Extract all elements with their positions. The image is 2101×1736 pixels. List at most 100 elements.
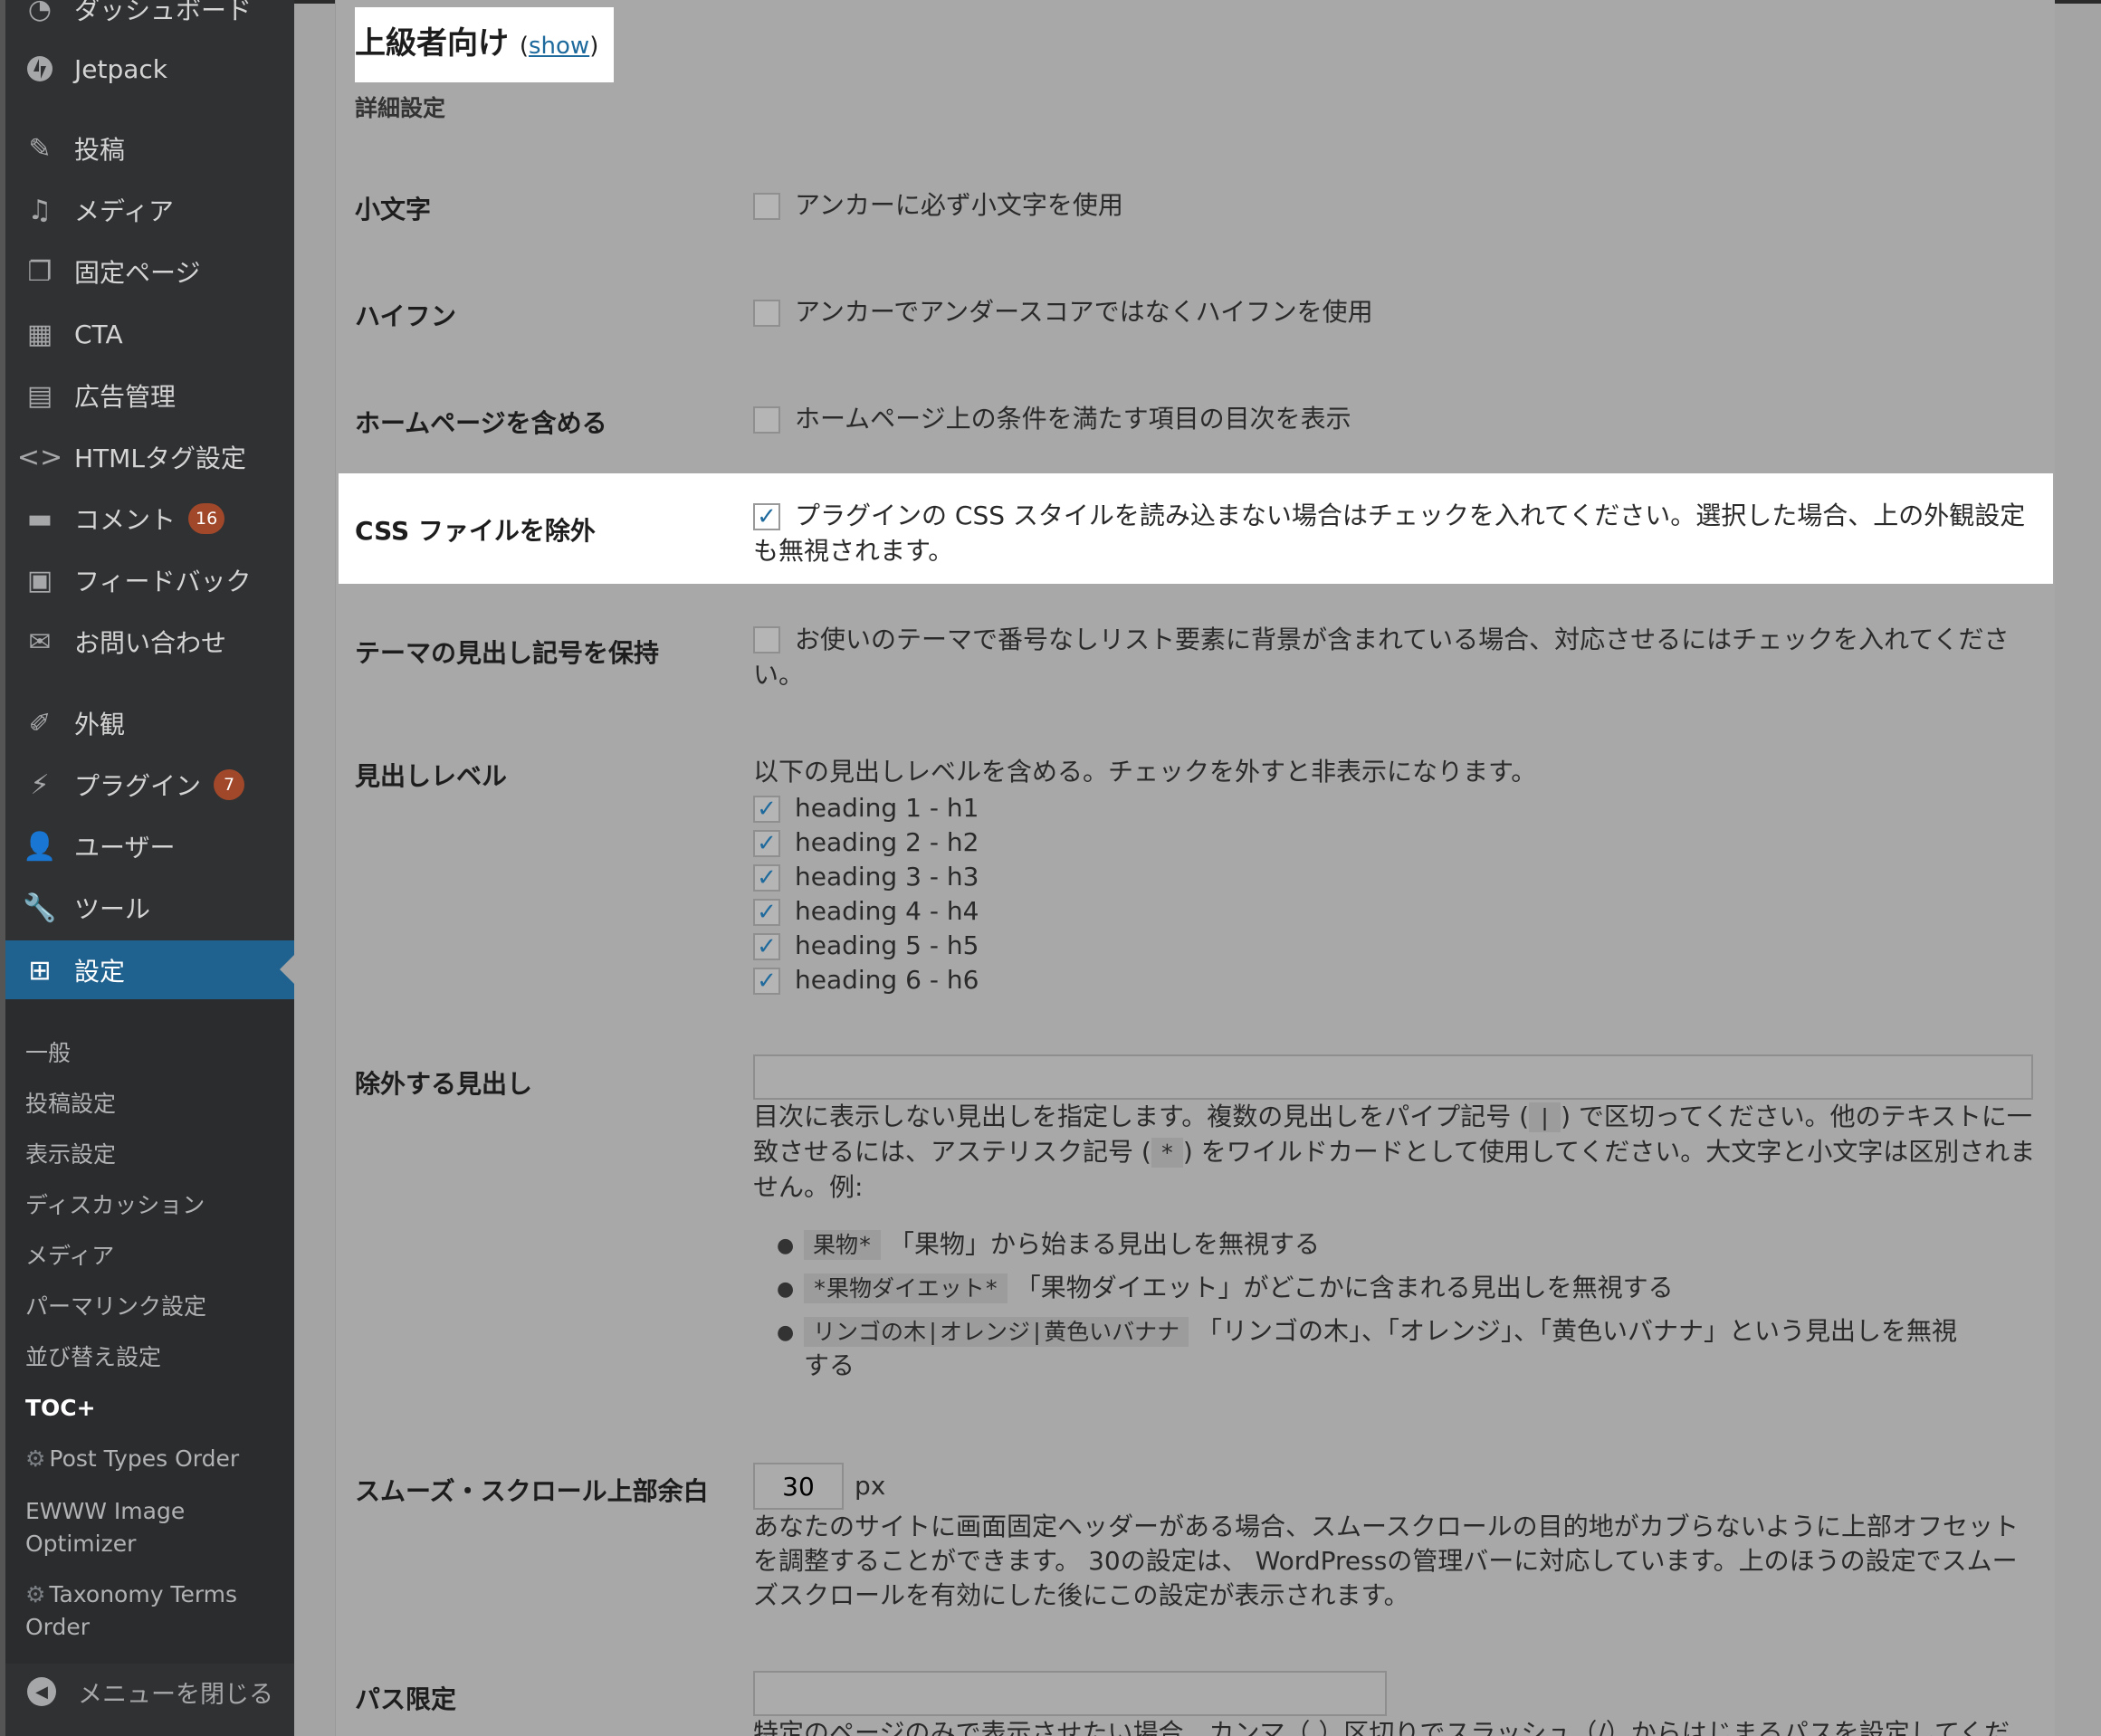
- theme-bullets-checkbox[interactable]: [753, 626, 780, 653]
- collapse-menu-button[interactable]: ◀ メニューを閉じる: [5, 1660, 294, 1723]
- menu-label: HTMLタグ設定: [74, 444, 246, 473]
- css-exclude-label: CSS ファイルを除外: [355, 516, 596, 546]
- smooth-desc-line3: ズスクロールを有効にした後にこの設定が表示されます。: [753, 1580, 1409, 1610]
- submenu-label: EWWW Image: [25, 1498, 186, 1524]
- css-exclude-text-line1: プラグインの CSS スタイルを読み込まない場合はチェックを入れてください。選択…: [795, 501, 2026, 530]
- section-title-text: 上級者向け: [355, 25, 509, 62]
- show-link[interactable]: show: [529, 33, 589, 60]
- menu-html-tags[interactable]: <> HTMLタグ設定: [5, 428, 294, 486]
- homepage-checkbox[interactable]: [753, 406, 780, 434]
- submenu-reading[interactable]: 表示設定: [25, 1139, 288, 1171]
- section-title: 上級者向け (show): [355, 18, 598, 62]
- submenu-label: Taxonomy Terms: [49, 1581, 238, 1607]
- submenu-permalinks[interactable]: パーマリンク設定: [25, 1291, 288, 1323]
- smooth-scroll-description: あなたのサイトに画面固定ヘッダーがある場合、スムースクロールの目的地がカブらない…: [753, 1510, 2039, 1613]
- submenu-post-types-order[interactable]: ⚙ Post Types Order: [25, 1443, 288, 1475]
- menu-label: 外観: [74, 710, 126, 739]
- gear-icon: ⚙: [25, 1581, 46, 1607]
- submenu-toc-plus[interactable]: TOC+: [25, 1392, 288, 1425]
- menu-media[interactable]: ♫ メディア: [5, 181, 294, 239]
- css-exclude-checkbox[interactable]: ✓: [753, 503, 780, 530]
- menu-label: プラグイン: [74, 771, 202, 801]
- star-code: *: [1151, 1138, 1183, 1168]
- heading-level-5-label: heading 5 - h5: [795, 930, 979, 960]
- collapse-label: メニューを閉じる: [78, 1680, 273, 1709]
- menu-ads[interactable]: ▤ 広告管理: [5, 367, 294, 424]
- submenu-label: Optimizer: [25, 1531, 137, 1557]
- menu-feedback[interactable]: ▣ フィードバック: [5, 551, 294, 609]
- hyphen-checkbox[interactable]: [753, 300, 780, 327]
- smooth-scroll-unit: px: [855, 1471, 886, 1501]
- exclude-desc-line3: せん。例:: [753, 1172, 864, 1202]
- submenu-general[interactable]: 一般: [25, 1037, 288, 1070]
- menu-comments[interactable]: ▬ コメント 16: [5, 490, 294, 548]
- homepage-label: ホームページを含める: [355, 408, 607, 438]
- submenu-ewww-image-optimizer[interactable]: EWWW Image Optimizer: [25, 1495, 288, 1560]
- collapse-arrow-icon: ◀: [27, 1677, 56, 1706]
- heading-level-6-checkbox[interactable]: ✓: [753, 968, 780, 995]
- menu-plugins[interactable]: ⚡ プラグイン 7: [5, 756, 294, 814]
- example-item-3: リンゴの木|オレンジ|黄色いバナナ 「リンゴの木」、「オレンジ」、「黄色いバナナ…: [804, 1314, 1957, 1350]
- lowercase-text: アンカーに必ず小文字を使用: [795, 190, 1123, 220]
- theme-bullets-text-line1: お使いのテーマで番号なしリスト要素に背景が含まれている場合、対応させるにはチェッ…: [795, 625, 2010, 654]
- heading-level-4-checkbox[interactable]: ✓: [753, 899, 780, 926]
- settings-submenu: 一般 投稿設定 表示設定 ディスカッション メディア パーマリンク設定 並び替え…: [5, 999, 294, 1664]
- lowercase-label: 小文字: [355, 195, 432, 224]
- hyphen-text: アンカーでアンダースコアではなくハイフンを使用: [795, 297, 1373, 327]
- show-open-paren: (: [519, 33, 529, 60]
- submenu-writing[interactable]: 投稿設定: [25, 1088, 288, 1121]
- example-text: 「果物」から始まる見出しを無視する: [888, 1229, 1320, 1259]
- menu-label: Jetpack: [74, 53, 168, 84]
- hyphen-label: ハイフン: [355, 301, 457, 331]
- submenu-discussion[interactable]: ディスカッション: [25, 1189, 288, 1222]
- path-restriction-input[interactable]: [753, 1671, 1387, 1716]
- cta-icon: ▦: [26, 318, 53, 350]
- exclude-desc-line2: 致させるには、アステリスク記号 (*) をワイルドカードとして使用してください。…: [753, 1135, 2039, 1170]
- submenu-media[interactable]: メディア: [25, 1240, 288, 1273]
- submenu-taxonomy-terms-order[interactable]: ⚙ Taxonomy Terms Order: [25, 1579, 288, 1644]
- smooth-desc-line1: あなたのサイトに画面固定ヘッダーがある場合、スムースクロールの目的地がカブらない…: [753, 1512, 2020, 1541]
- desc-text: 致させるには、アステリスク記号 (: [753, 1137, 1151, 1167]
- heading-level-3-label: heading 3 - h3: [795, 862, 979, 892]
- menu-tools[interactable]: 🔧 ツール: [5, 879, 294, 937]
- ads-icon: ▤: [26, 379, 53, 412]
- menu-pages[interactable]: ❐ 固定ページ: [5, 243, 294, 300]
- pages-icon: ❐: [27, 255, 53, 288]
- theme-bullets-label: テーマの見出し記号を保持: [355, 638, 660, 668]
- menu-contact[interactable]: ✉ お問い合わせ: [5, 613, 294, 671]
- menu-jetpack[interactable]: Jetpack: [5, 40, 294, 98]
- menu-settings[interactable]: ⊞ 設定: [5, 940, 294, 1000]
- menu-dashboard[interactable]: ◔ ダッシュボード: [5, 0, 294, 38]
- menu-appearance[interactable]: ✐ 外観: [5, 694, 294, 752]
- desc-text: ) をワイルドカードとして使用してください。大文字と小文字は区別されま: [1182, 1137, 2036, 1167]
- heading-levels-label: 見出しレベル: [355, 761, 508, 791]
- menu-label: フィードバック: [74, 567, 252, 596]
- heading-level-5-checkbox[interactable]: ✓: [753, 933, 780, 960]
- heading-level-4-label: heading 4 - h4: [795, 896, 979, 926]
- show-toggle: (show): [520, 33, 599, 60]
- jetpack-icon: [22, 51, 58, 87]
- heading-level-1-checkbox[interactable]: ✓: [753, 796, 780, 823]
- menu-cta[interactable]: ▦ CTA: [5, 305, 294, 363]
- exclude-headings-input[interactable]: [753, 1054, 2033, 1100]
- bullet-icon: ●: [777, 1235, 795, 1257]
- menu-users[interactable]: 👤 ユーザー: [5, 817, 294, 875]
- heading-level-3-checkbox[interactable]: ✓: [753, 864, 780, 892]
- mail-icon: ✉: [28, 625, 52, 658]
- submenu-sort-order[interactable]: 並び替え設定: [25, 1341, 288, 1374]
- show-close-paren: ): [589, 33, 599, 60]
- menu-posts[interactable]: ✎ 投稿: [5, 119, 294, 177]
- lowercase-checkbox[interactable]: [753, 193, 780, 220]
- desc-text: 目次に表示しない見出しを指定します。複数の見出しをパイプ記号 (: [753, 1102, 1530, 1131]
- smooth-scroll-offset-input[interactable]: [753, 1463, 844, 1510]
- heading-level-2-checkbox[interactable]: ✓: [753, 830, 780, 857]
- example-item-1: 果物* 「果物」から始まる見出しを無視する: [804, 1227, 1320, 1263]
- example-text: 「リンゴの木」、「オレンジ」、「黄色いバナナ」という見出しを無視: [1197, 1316, 1958, 1346]
- menu-label: 固定ページ: [74, 258, 201, 288]
- path-restriction-label: パス限定: [355, 1684, 457, 1714]
- feedback-icon: ▣: [26, 564, 53, 596]
- users-icon: 👤: [23, 830, 57, 863]
- example-item-2: *果物ダイエット* 「果物ダイエット」がどこかに含まれる見出しを無視する: [804, 1271, 1674, 1306]
- heading-level-6-label: heading 6 - h6: [795, 965, 979, 995]
- example-code: リンゴの木|オレンジ|黄色いバナナ: [804, 1317, 1189, 1347]
